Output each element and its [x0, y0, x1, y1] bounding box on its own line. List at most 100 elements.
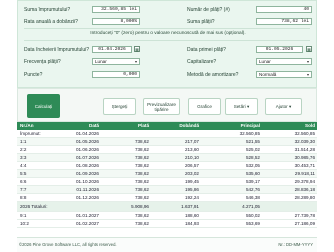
frequency-select[interactable]: Lunar ▾ [92, 58, 140, 65]
table-cell: 01.01.2027 [76, 213, 99, 218]
table-cell: 738,62 [134, 155, 149, 160]
table-cell: 738,62 [134, 179, 149, 184]
table-cell: 01.04.2026 [76, 131, 99, 136]
help-button[interactable]: Ajutor ▾ [265, 98, 302, 115]
table-cell: 31.514,28 [294, 147, 315, 152]
table-cell: 1.637,91 [181, 204, 199, 209]
table-header: Nr./An Dată Plată Dobândă Principal Sold [17, 122, 317, 130]
table-cell: 192,24 [184, 195, 199, 200]
table-cell: 01.09.2026 [76, 171, 99, 176]
table-cell: 206,57 [184, 163, 199, 168]
amount-label: Suma împrumutului? [24, 7, 71, 13]
payment-field[interactable]: 738,62 lei [256, 18, 312, 25]
table-cell: 738,62 [134, 187, 149, 192]
table-cell: 535,60 [245, 171, 260, 176]
table-cell: 532,05 [245, 163, 260, 168]
table-cell: 29.378,94 [294, 179, 315, 184]
table-cell: 184,93 [184, 221, 199, 226]
chart-button[interactable]: Grafice [188, 98, 221, 115]
chevron-down-icon: ▾ [246, 104, 250, 109]
table-cell: 01.06.2026 [76, 147, 99, 152]
table-cell: 9:1 [20, 213, 27, 218]
table-cell: 01.11.2026 [76, 187, 99, 192]
table-cell: 542,76 [245, 187, 260, 192]
rate-label: Rata anuală a dobânzii? [24, 19, 78, 25]
column-header: Plată [138, 123, 149, 128]
first-payment-field[interactable]: 01.05.2026 [256, 46, 303, 53]
table-cell: 738,62 [134, 139, 149, 144]
table-cell: 5:5 [20, 171, 27, 176]
table-cell: 738,62 [134, 213, 149, 218]
loan-date-field[interactable]: 01.04.2026 [92, 46, 132, 53]
table-row: 7:7 01.11.2026 738,62 195,86 542,76 28.836,18 [17, 186, 317, 194]
table-cell: 5.908,96 [131, 204, 149, 209]
method-select[interactable]: Normală ▾ [256, 71, 312, 78]
points-label: Puncte? [24, 72, 43, 78]
table-row: 3:3 01.07.2026 738,62 210,10 528,52 30.985,76 [17, 154, 317, 162]
calculate-button[interactable]: Calculați [27, 94, 60, 118]
options-button[interactable]: Setări ▾ [225, 98, 258, 115]
chevron-down-icon: ▾ [306, 59, 309, 64]
num-payments-field[interactable]: 40 [256, 6, 312, 13]
table-cell: 210,10 [184, 155, 199, 160]
table-row: 2:2 01.06.2026 738,62 213,60 525,02 31.514,28 [17, 146, 317, 154]
table-cell: 7:7 [20, 187, 27, 192]
table-cell: 528,52 [245, 155, 260, 160]
table-cell: 8:8 [20, 195, 27, 200]
table-row: Împrumut: 01.04.2026 32.560,85 32.560,85 [17, 130, 317, 138]
table-cell: 217,07 [184, 139, 199, 144]
payment-label: Suma plății? [187, 19, 215, 25]
chevron-down-icon: ▾ [288, 104, 292, 109]
rate-field[interactable]: 8,000% [92, 18, 140, 25]
method-label: Metodă de amortizare? [187, 72, 239, 78]
table-cell: Împrumut: [20, 131, 41, 136]
table-cell: 27.739,78 [294, 213, 315, 218]
table-cell: 01.05.2026 [76, 139, 99, 144]
table-cell: 4:4 [20, 163, 27, 168]
table-cell: 2026 Totaluri: [20, 204, 48, 209]
column-header: Sold [305, 123, 315, 128]
table-cell: 3:3 [20, 155, 27, 160]
totals-row: 2026 Totaluri: 5.908,96 1.637,91 4.271,05 [17, 202, 317, 212]
table-cell: 546,38 [245, 195, 260, 200]
table-cell: 01.02.2027 [76, 221, 99, 226]
table-row: 6:6 01.10.2026 738,62 199,45 539,17 29.378,94 [17, 178, 317, 186]
button-bar: Calculați Ștergeți Previzualizare tipări… [17, 88, 317, 122]
table-cell: 01.12.2026 [76, 195, 99, 200]
compounding-label: Capitalizare? [187, 59, 217, 65]
table-cell: 550,02 [245, 213, 260, 218]
table-row: 1:1 01.05.2026 738,62 217,07 521,55 32.039,30 [17, 138, 317, 146]
amount-field[interactable]: 32.560,85 lei [92, 6, 140, 13]
table-cell: 195,86 [184, 187, 199, 192]
table-cell: 27.186,09 [294, 221, 315, 226]
table-cell: 199,45 [184, 179, 199, 184]
chevron-down-icon: ▾ [306, 72, 309, 77]
points-field[interactable]: 0,000 [92, 71, 140, 78]
calendar-icon[interactable]: ▦ [306, 46, 312, 52]
table-cell: 30.453,71 [294, 163, 315, 168]
first-payment-label: Data primei plăți? [187, 47, 226, 53]
table-cell: 553,69 [245, 221, 260, 226]
table-cell: 525,02 [245, 147, 260, 152]
clear-button[interactable]: Ștergeți [103, 98, 136, 115]
table-cell: 1:1 [20, 139, 27, 144]
compounding-select[interactable]: Lunar ▾ [256, 58, 312, 65]
table-cell: 29.918,11 [294, 171, 315, 176]
table-cell: 32.560,85 [239, 131, 260, 136]
loan-input-panel: Suma împrumutului? 32.560,85 lei Număr d… [17, 0, 317, 88]
table-cell: 738,62 [134, 195, 149, 200]
frequency-label: Frecvența plății? [24, 59, 61, 65]
divider [24, 28, 310, 29]
column-header: Dobândă [179, 123, 199, 128]
table-cell: 738,62 [134, 171, 149, 176]
table-row: 5:5 01.09.2026 738,62 203,02 535,60 29.918,11 [17, 170, 317, 178]
table-cell: 01.08.2026 [76, 163, 99, 168]
table-row: 9:1 01.01.2027 738,62 188,60 550,02 27.739,78 [17, 212, 317, 220]
table-cell: 203,02 [184, 171, 199, 176]
table-cell: 539,17 [245, 179, 260, 184]
calendar-icon[interactable]: ▦ [134, 46, 140, 52]
loan-date-label: Data încheierii împrumutului? [24, 47, 90, 53]
column-header: Nr./An [20, 123, 34, 128]
table-cell: 30.985,76 [294, 155, 315, 160]
print-preview-button[interactable]: Previzualizare tipărire [143, 98, 180, 115]
